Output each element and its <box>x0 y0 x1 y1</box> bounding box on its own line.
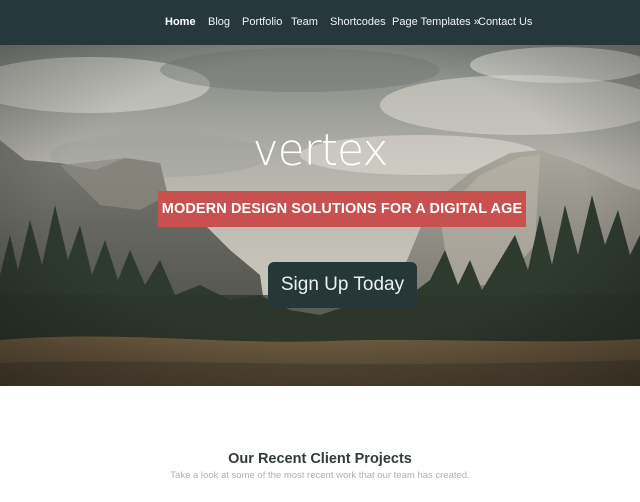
projects-subheading: Take a look at some of the most recent w… <box>170 470 470 481</box>
sign-up-button[interactable]: Sign Up Today <box>268 262 417 308</box>
nav-item-team[interactable]: Team <box>291 16 318 29</box>
site-title: vertex <box>252 125 389 176</box>
nav-item-contact-us[interactable]: Contact Us <box>478 16 532 29</box>
nav-item-home[interactable]: Home <box>165 16 196 29</box>
nav-item-page-templates[interactable]: Page Templates » <box>392 16 480 29</box>
nav-item-blog[interactable]: Blog <box>208 16 230 29</box>
nav-item-shortcodes[interactable]: Shortcodes <box>330 16 386 29</box>
top-navigation: Home Blog Portfolio Team Shortcodes Page… <box>0 0 640 45</box>
hero-tagline: MODERN DESIGN SOLUTIONS FOR A DIGITAL AG… <box>158 191 526 227</box>
nav-item-portfolio[interactable]: Portfolio <box>242 16 282 29</box>
hero-banner: vertex MODERN DESIGN SOLUTIONS FOR A DIG… <box>0 45 640 386</box>
projects-heading: Our Recent Client Projects <box>228 451 412 467</box>
